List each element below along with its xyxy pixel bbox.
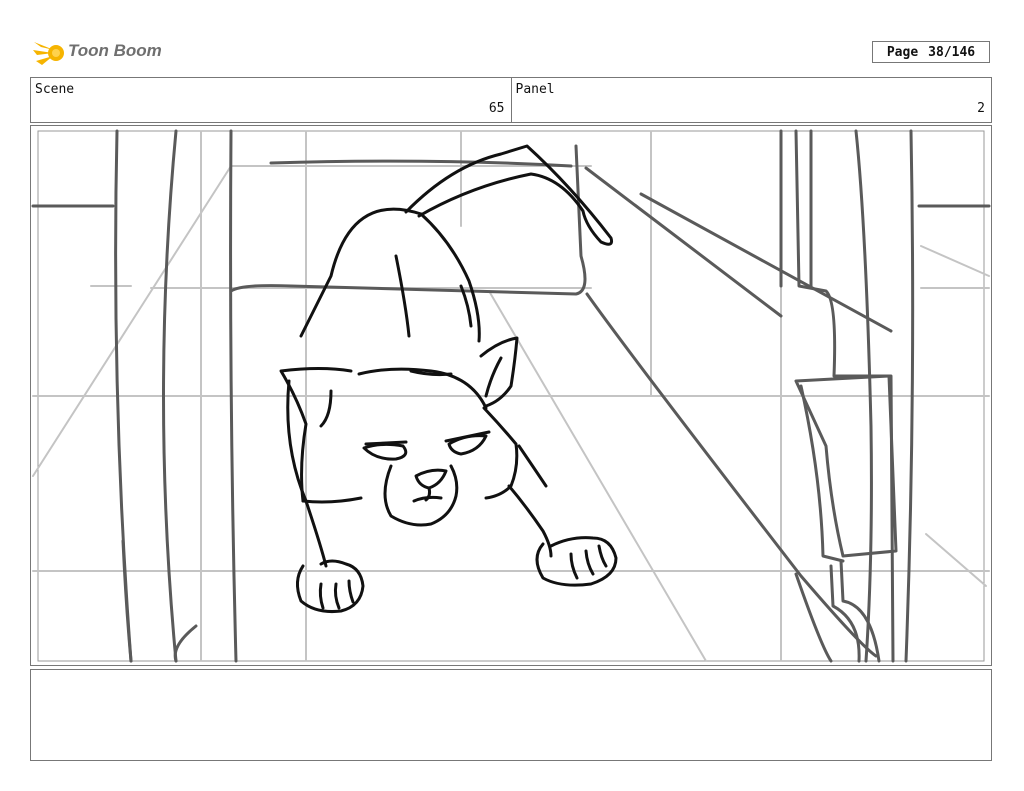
scene-label: Scene [35, 82, 75, 97]
panel-cell: Panel 2 [510, 78, 992, 122]
page-indicator: Page 38/146 [872, 41, 990, 63]
panel-label: Panel [515, 82, 555, 97]
toon-boom-logo-icon [33, 42, 64, 65]
toon-boom-logo: Toon Boom [32, 36, 162, 70]
scene-panel-header: Scene 65 Panel 2 [30, 77, 992, 123]
panel-notes-area [30, 669, 992, 761]
storyboard-sketch [31, 129, 991, 663]
scene-cell: Scene 65 [31, 78, 511, 122]
page-number: 38/146 [928, 44, 976, 60]
scene-number: 65 [488, 101, 505, 116]
panel-number: 2 [977, 101, 985, 116]
page-label: Page [886, 44, 919, 60]
storyboard-frame [30, 125, 992, 666]
brand-name: Toon Boom [68, 41, 162, 60]
